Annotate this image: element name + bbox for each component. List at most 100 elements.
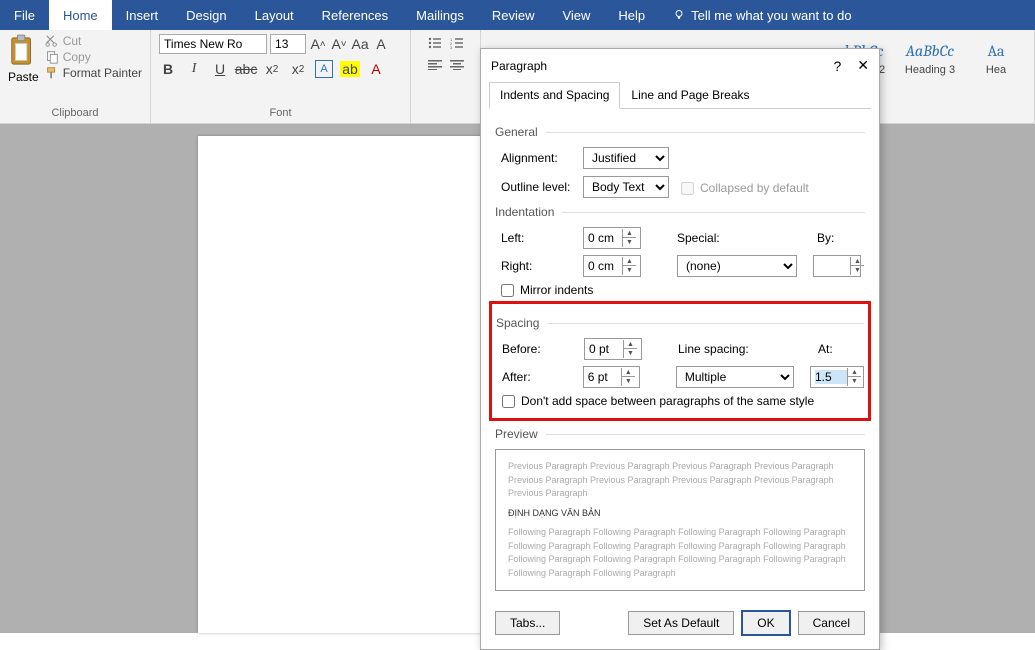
tab-file[interactable]: File	[0, 0, 49, 30]
text-effects-button[interactable]: A	[315, 60, 333, 78]
dialog-tab-linebreaks[interactable]: Line and Page Breaks	[620, 82, 760, 108]
paste-label: Paste	[8, 70, 39, 84]
tab-view[interactable]: View	[548, 0, 604, 30]
format-painter-label: Format Painter	[63, 66, 142, 80]
label-linespacing: Line spacing:	[678, 342, 768, 356]
brush-icon	[45, 66, 59, 80]
tellme-search[interactable]: Tell me what you want to do	[659, 0, 865, 30]
label-left: Left:	[495, 231, 575, 245]
dialog-close-button[interactable]: ✕	[857, 57, 869, 74]
section-indentation: Indentation	[495, 205, 865, 219]
group-paragraph: 123	[411, 30, 481, 123]
group-label-font: Font	[270, 107, 292, 121]
label-after: After:	[496, 370, 575, 384]
style-heading4[interactable]: Aa Hea	[966, 34, 1026, 84]
label-outline: Outline level:	[495, 180, 575, 194]
by-spinner[interactable]: ▲▼	[813, 255, 861, 277]
cut-label: Cut	[63, 34, 82, 48]
tab-review[interactable]: Review	[478, 0, 549, 30]
dialog-titlebar: Paragraph ? ✕	[481, 49, 879, 82]
linespacing-select[interactable]: Multiple	[676, 366, 794, 388]
cut-button[interactable]: Cut	[45, 34, 142, 48]
numbering-button[interactable]: 123	[447, 34, 467, 52]
section-preview: Preview	[495, 427, 865, 441]
left-indent-input[interactable]	[588, 231, 620, 245]
right-indent-spinner[interactable]: ▲▼	[583, 255, 641, 277]
paste-button[interactable]: Paste	[8, 34, 39, 84]
collapsed-checkbox	[681, 182, 694, 195]
copy-icon	[45, 50, 59, 64]
tellme-label: Tell me what you want to do	[691, 8, 851, 23]
bulb-icon	[673, 9, 685, 21]
after-input[interactable]	[588, 370, 620, 384]
mirror-checkbox[interactable]	[501, 284, 514, 297]
left-indent-spinner[interactable]: ▲▼	[583, 227, 641, 249]
paragraph-dialog: Paragraph ? ✕ Indents and Spacing Line a…	[480, 48, 880, 650]
font-name-input[interactable]	[159, 34, 267, 54]
before-input[interactable]	[589, 342, 621, 356]
outline-select[interactable]: Body Text	[583, 176, 669, 198]
set-default-button[interactable]: Set As Default	[628, 611, 734, 635]
alignment-select[interactable]: Justified	[583, 147, 669, 169]
group-clipboard: Paste Cut Copy Format Painter Clipboard	[0, 30, 151, 123]
underline-button[interactable]: U	[211, 60, 229, 78]
font-size-input[interactable]	[270, 34, 306, 54]
tab-mailings[interactable]: Mailings	[402, 0, 478, 30]
spacing-highlight: Spacing Before: ▲▼ Line spacing: At: Aft…	[489, 301, 871, 421]
dialog-tab-indents[interactable]: Indents and Spacing	[489, 82, 620, 109]
clipboard-icon	[8, 34, 38, 68]
change-case-button[interactable]: Aa	[351, 35, 369, 53]
dialog-title: Paragraph	[491, 59, 547, 73]
align-center-button[interactable]	[447, 56, 467, 74]
at-input[interactable]	[815, 370, 847, 384]
dialog-help-button[interactable]: ?	[833, 58, 841, 74]
style-name: Heading 3	[905, 64, 955, 76]
font-color-button[interactable]: A	[367, 60, 385, 78]
by-input[interactable]	[818, 259, 850, 273]
subscript-button[interactable]: x2	[263, 60, 281, 78]
after-spinner[interactable]: ▲▼	[583, 366, 640, 388]
tab-design[interactable]: Design	[172, 0, 240, 30]
svg-text:3: 3	[450, 45, 453, 49]
highlight-button[interactable]: ab	[341, 60, 359, 78]
clear-formatting-button[interactable]: A	[372, 35, 390, 53]
style-sample: AaBbCc	[906, 42, 954, 60]
preview-box: Previous Paragraph Previous Paragraph Pr…	[495, 449, 865, 591]
bold-button[interactable]: B	[159, 60, 177, 78]
align-left-button[interactable]	[425, 56, 445, 74]
label-before: Before:	[496, 342, 576, 356]
align-center-icon	[450, 60, 464, 70]
before-spinner[interactable]: ▲▼	[584, 338, 642, 360]
tab-references[interactable]: References	[308, 0, 402, 30]
tab-help[interactable]: Help	[604, 0, 659, 30]
cancel-button[interactable]: Cancel	[798, 611, 865, 635]
superscript-button[interactable]: x2	[289, 60, 307, 78]
menubar: File Home Insert Design Layout Reference…	[0, 0, 1035, 30]
tabs-button[interactable]: Tabs...	[495, 611, 560, 635]
bullets-button[interactable]	[425, 34, 445, 52]
copy-label: Copy	[63, 50, 91, 64]
ok-button[interactable]: OK	[742, 611, 789, 635]
preview-next: Following Paragraph Following Paragraph …	[508, 526, 852, 580]
tab-home[interactable]: Home	[49, 0, 112, 30]
right-indent-input[interactable]	[588, 259, 620, 273]
label-special: Special:	[677, 231, 747, 245]
tab-layout[interactable]: Layout	[241, 0, 308, 30]
dontadd-checkbox[interactable]	[502, 395, 515, 408]
style-name: Hea	[986, 64, 1006, 76]
label-right: Right:	[495, 259, 575, 273]
copy-button[interactable]: Copy	[45, 50, 142, 64]
at-spinner[interactable]: ▲▼	[810, 366, 864, 388]
section-spacing: Spacing	[496, 316, 864, 330]
shrink-font-button[interactable]: A˅	[330, 35, 348, 53]
align-left-icon	[428, 60, 442, 70]
preview-prev: Previous Paragraph Previous Paragraph Pr…	[508, 460, 852, 501]
tab-insert[interactable]: Insert	[112, 0, 173, 30]
scissors-icon	[45, 34, 59, 48]
special-select[interactable]: (none)	[677, 255, 797, 277]
italic-button[interactable]: I	[185, 60, 203, 78]
format-painter-button[interactable]: Format Painter	[45, 66, 142, 80]
strikethrough-button[interactable]: abc	[237, 60, 255, 78]
grow-font-button[interactable]: A˄	[309, 35, 327, 53]
style-heading3[interactable]: AaBbCc Heading 3	[900, 34, 960, 84]
